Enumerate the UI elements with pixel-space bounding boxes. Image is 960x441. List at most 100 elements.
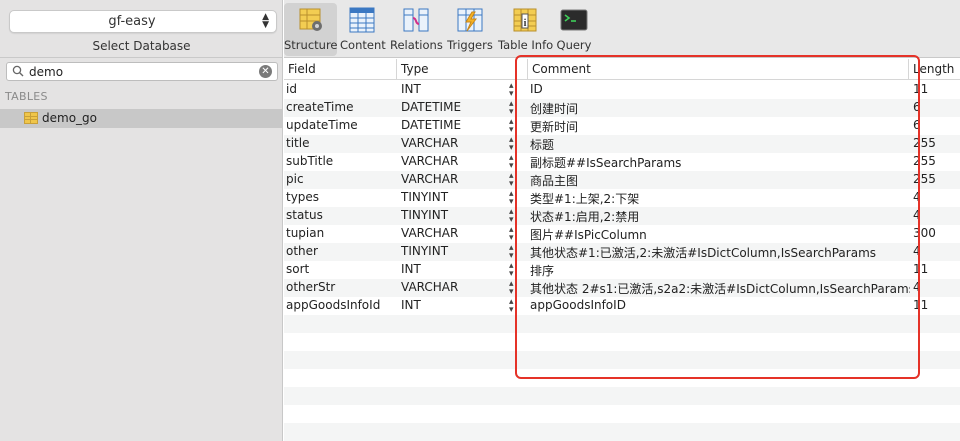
column-header-field[interactable]: Field <box>284 59 397 80</box>
table-row[interactable]: pic VARCHAR 商品主图 255 ▴ ▾ <box>284 171 960 189</box>
tab-content[interactable]: Content <box>340 3 386 56</box>
field-cell[interactable]: createTime <box>286 100 396 116</box>
length-cell[interactable]: 11 <box>913 298 953 314</box>
sidebar-table-item[interactable]: demo_go <box>0 109 282 128</box>
type-cell[interactable]: VARCHAR <box>401 136 501 152</box>
length-cell[interactable]: 255 <box>913 172 953 188</box>
field-cell[interactable]: status <box>286 208 396 224</box>
column-header-type[interactable]: Type <box>397 59 528 80</box>
comment-cell[interactable]: 其他状态 2#s1:已激活,s2a2:未激活#IsDictColumn,IsSe… <box>530 280 910 296</box>
column-header-comment[interactable]: Comment <box>528 59 909 80</box>
type-stepper-icon[interactable]: ▴ ▾ <box>509 82 519 98</box>
comment-cell[interactable]: ID <box>530 82 910 98</box>
length-cell[interactable]: 4 <box>913 244 953 260</box>
table-row[interactable]: subTitle VARCHAR 副标题##IsSearchParams 255 ▴ ▾ <box>284 153 960 171</box>
length-cell[interactable]: 4 <box>913 208 953 224</box>
table-row[interactable]: createTime DATETIME 创建时间 6 ▴ ▾ <box>284 99 960 117</box>
field-cell[interactable]: subTitle <box>286 154 396 170</box>
comment-cell[interactable]: 排序 <box>530 262 910 278</box>
field-cell[interactable]: id <box>286 82 396 98</box>
tab-relations[interactable]: Relations <box>390 3 443 56</box>
table-row[interactable]: id INT ID 11 ▴ ▾ <box>284 81 960 99</box>
table-row[interactable]: status TINYINT 状态#1:启用,2:禁用 4 ▴ ▾ <box>284 207 960 225</box>
empty-row <box>284 333 960 351</box>
field-cell[interactable]: appGoodsInfoId <box>286 298 396 314</box>
field-cell[interactable]: updateTime <box>286 118 396 134</box>
type-cell[interactable]: INT <box>401 82 501 98</box>
type-stepper-icon[interactable]: ▴ ▾ <box>509 118 519 134</box>
comment-cell[interactable]: 副标题##IsSearchParams <box>530 154 910 170</box>
type-cell[interactable]: VARCHAR <box>401 280 501 296</box>
length-cell[interactable]: 11 <box>913 262 953 278</box>
type-cell[interactable]: VARCHAR <box>401 226 501 242</box>
field-cell[interactable]: pic <box>286 172 396 188</box>
type-cell[interactable]: TINYINT <box>401 208 501 224</box>
type-stepper-icon[interactable]: ▴ ▾ <box>509 154 519 170</box>
table-row[interactable]: title VARCHAR 标题 255 ▴ ▾ <box>284 135 960 153</box>
type-stepper-icon[interactable]: ▴ ▾ <box>509 190 519 206</box>
sidebar: gf-easy ▲▼ Select Database ✕ TABLES demo… <box>0 0 283 441</box>
table-row[interactable]: updateTime DATETIME 更新时间 6 ▴ ▾ <box>284 117 960 135</box>
tab-structure[interactable]: Structure <box>284 3 338 56</box>
table-row[interactable]: types TINYINT 类型#1:上架,2:下架 4 ▴ ▾ <box>284 189 960 207</box>
length-cell[interactable]: 6 <box>913 118 953 134</box>
triggers-icon <box>457 8 483 32</box>
type-cell[interactable]: VARCHAR <box>401 154 501 170</box>
field-cell[interactable]: tupian <box>286 226 396 242</box>
type-stepper-icon[interactable]: ▴ ▾ <box>509 100 519 116</box>
type-cell[interactable]: VARCHAR <box>401 172 501 188</box>
field-cell[interactable]: sort <box>286 262 396 278</box>
field-cell[interactable]: other <box>286 244 396 260</box>
table-row[interactable]: sort INT 排序 11 ▴ ▾ <box>284 261 960 279</box>
table-row[interactable]: other TINYINT 其他状态#1:已激活,2:未激活#IsDictColum… <box>284 243 960 261</box>
field-cell[interactable]: title <box>286 136 396 152</box>
type-stepper-icon[interactable]: ▴ ▾ <box>509 172 519 188</box>
tab-triggers[interactable]: Triggers <box>446 3 494 56</box>
column-header-length[interactable]: Length <box>909 59 960 80</box>
comment-cell[interactable]: 创建时间 <box>530 100 910 116</box>
database-select[interactable]: gf-easy ▲ ▼ <box>9 10 277 33</box>
type-stepper-icon[interactable]: ▴ ▾ <box>509 298 519 314</box>
comment-cell[interactable]: 状态#1:启用,2:禁用 <box>530 208 910 224</box>
length-cell[interactable]: 255 <box>913 154 953 170</box>
table-filter[interactable]: ✕ <box>6 62 278 81</box>
comment-cell[interactable]: 更新时间 <box>530 118 910 134</box>
type-cell[interactable]: INT <box>401 298 501 314</box>
type-stepper-icon[interactable]: ▴ ▾ <box>509 262 519 278</box>
type-stepper-icon[interactable]: ▴ ▾ <box>509 226 519 242</box>
length-cell[interactable]: 11 <box>913 82 953 98</box>
tab-query[interactable]: Query <box>554 3 594 56</box>
table-body: id INT ID 11 ▴ ▾ createTime DATETIME 创建时间 6 ▴ ▾ upda… <box>284 81 960 441</box>
length-cell[interactable]: 300 <box>913 226 953 242</box>
clear-icon[interactable]: ✕ <box>259 65 272 78</box>
type-stepper-icon[interactable]: ▴ ▾ <box>509 208 519 224</box>
length-cell[interactable]: 4 <box>913 190 953 206</box>
tab-query-label: Query <box>556 38 592 52</box>
type-stepper-icon[interactable]: ▴ ▾ <box>509 280 519 296</box>
type-cell[interactable]: TINYINT <box>401 190 501 206</box>
table-row[interactable]: appGoodsInfoId INT appGoodsInfoID 11 ▴ ▾ <box>284 297 960 315</box>
type-stepper-icon[interactable]: ▴ ▾ <box>509 136 519 152</box>
table-filter-input[interactable] <box>29 64 249 79</box>
comment-cell[interactable]: 类型#1:上架,2:下架 <box>530 190 910 206</box>
type-cell[interactable]: TINYINT <box>401 244 501 260</box>
field-cell[interactable]: types <box>286 190 396 206</box>
tab-table-info[interactable]: i Table Info <box>498 3 553 56</box>
type-cell[interactable]: DATETIME <box>401 118 501 134</box>
empty-row <box>284 423 960 441</box>
comment-cell[interactable]: 标题 <box>530 136 910 152</box>
table-row[interactable]: tupian VARCHAR 图片##IsPicColumn 300 ▴ ▾ <box>284 225 960 243</box>
comment-cell[interactable]: 商品主图 <box>530 172 910 188</box>
relations-icon <box>403 8 429 32</box>
comment-cell[interactable]: 其他状态#1:已激活,2:未激活#IsDictColumn,IsSearchPa… <box>530 244 910 260</box>
type-cell[interactable]: DATETIME <box>401 100 501 116</box>
type-stepper-icon[interactable]: ▴ ▾ <box>509 244 519 260</box>
length-cell[interactable]: 255 <box>913 136 953 152</box>
length-cell[interactable]: 4 <box>913 280 953 296</box>
comment-cell[interactable]: appGoodsInfoID <box>530 298 910 314</box>
comment-cell[interactable]: 图片##IsPicColumn <box>530 226 910 242</box>
field-cell[interactable]: otherStr <box>286 280 396 296</box>
type-cell[interactable]: INT <box>401 262 501 278</box>
length-cell[interactable]: 6 <box>913 100 953 116</box>
table-row[interactable]: otherStr VARCHAR 其他状态 2#s1:已激活,s2a2:未激活#Is… <box>284 279 960 297</box>
